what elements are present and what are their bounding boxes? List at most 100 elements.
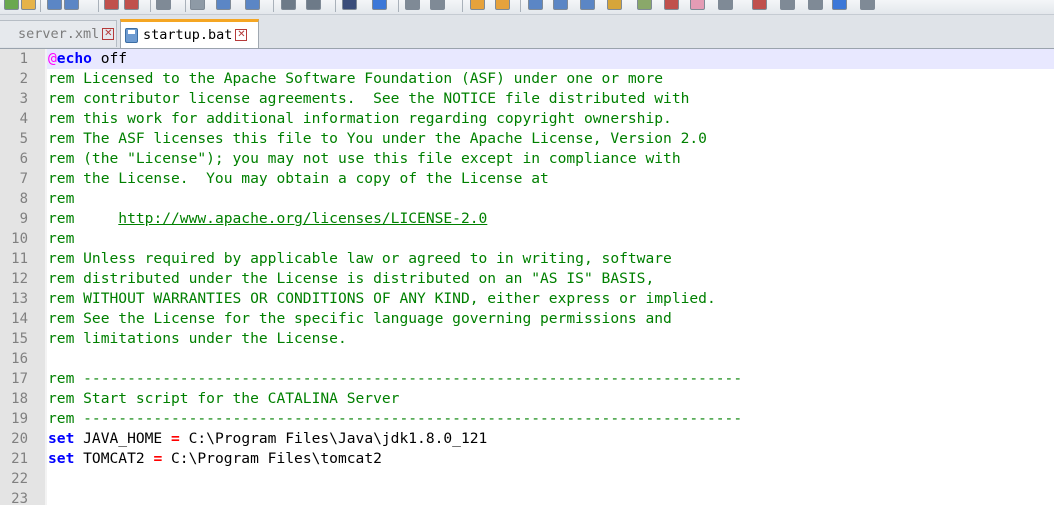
toolbar-separator	[462, 0, 463, 12]
code-token: JAVA_HOME	[74, 430, 172, 447]
show-all-chars-icon[interactable]	[553, 0, 568, 10]
tab-bar: server.xml ✕ startup.bat ✕	[0, 15, 1054, 49]
close-all-icon[interactable]	[124, 0, 139, 10]
line-text: rem	[48, 229, 74, 249]
close-icon[interactable]: ✕	[102, 28, 115, 40]
code-line[interactable]: 23	[0, 489, 1054, 509]
run-macro-icon[interactable]	[832, 0, 847, 10]
monitoring-icon[interactable]	[718, 0, 733, 10]
toolbar-separator	[520, 0, 521, 12]
indent-guide-icon[interactable]	[580, 0, 595, 10]
code-token: rem the License. You may obtain a copy o…	[48, 170, 549, 187]
close-icon[interactable]: ✕	[235, 29, 248, 41]
paste-icon[interactable]	[245, 0, 260, 10]
code-token: @	[48, 50, 57, 67]
code-token: rem See the License for the specific lan…	[48, 310, 672, 327]
url-link[interactable]: http://www.apache.org/licenses/LICENSE-2…	[118, 210, 487, 227]
code-line[interactable]: 22	[0, 469, 1054, 489]
toolbar-separator	[185, 0, 186, 12]
code-editor[interactable]: 1 @echo off 2 rem Licensed to the Apache So…	[0, 49, 1054, 507]
line-number: 10	[11, 231, 28, 247]
line-number: 7	[19, 171, 28, 187]
code-line[interactable]: 2 rem Licensed to the Apache Software Fou…	[0, 69, 1054, 89]
code-line[interactable]: 4 rem this work for additional informatio…	[0, 109, 1054, 129]
line-text: set JAVA_HOME = C:\Program Files\Java\jd…	[48, 429, 487, 449]
code-line[interactable]: 21 set TOMCAT2 = C:\Program Files\tomcat2	[0, 449, 1054, 469]
close-icon[interactable]	[104, 0, 119, 10]
code-line[interactable]: 12 rem distributed under the License is d…	[0, 269, 1054, 289]
code-line[interactable]: 17 rem ----------------------------------…	[0, 369, 1054, 389]
code-line[interactable]: 11 rem Unless required by applicable law …	[0, 249, 1054, 269]
line-number: 8	[19, 191, 28, 207]
tab-label: server.xml	[18, 26, 100, 42]
code-token: rem WITHOUT WARRANTIES OR CONDITIONS OF …	[48, 290, 716, 307]
undo-icon[interactable]	[281, 0, 296, 10]
code-line[interactable]: 14 rem See the License for the specific l…	[0, 309, 1054, 329]
tab-startup-bat[interactable]: startup.bat ✕	[120, 19, 259, 48]
cut-icon[interactable]	[190, 0, 205, 10]
open-icon[interactable]	[21, 0, 36, 10]
tab-server-xml[interactable]: server.xml ✕	[0, 20, 117, 47]
line-number: 12	[11, 271, 28, 287]
udl-icon[interactable]	[607, 0, 622, 10]
tab-label: startup.bat	[143, 27, 233, 43]
save-icon[interactable]	[47, 0, 62, 10]
code-line[interactable]: 16	[0, 349, 1054, 369]
code-token: TOMCAT2	[74, 450, 154, 467]
function-list-icon[interactable]	[664, 0, 679, 10]
sync-vertical-icon[interactable]	[470, 0, 485, 10]
line-text: @echo off	[48, 49, 127, 69]
line-text: rem See the License for the specific lan…	[48, 309, 672, 329]
code-line[interactable]: 9 rem http://www.apache.org/licenses/LICE…	[0, 209, 1054, 229]
code-line[interactable]: 19 rem ----------------------------------…	[0, 409, 1054, 429]
stop-macro-icon[interactable]	[780, 0, 795, 10]
code-line[interactable]: 20 set JAVA_HOME = C:\Program Files\Java\…	[0, 429, 1054, 449]
line-text: rem limitations under the License.	[48, 329, 347, 349]
code-token: set	[48, 430, 75, 447]
code-line[interactable]: 15 rem limitations under the License.	[0, 329, 1054, 349]
play-macro-icon[interactable]	[808, 0, 823, 10]
print-icon[interactable]	[156, 0, 171, 10]
toolbar-separator	[398, 0, 399, 12]
code-token: rem (the "License"); you may not use thi…	[48, 150, 681, 167]
line-text: rem The ASF licenses this file to You un…	[48, 129, 707, 149]
line-text: rem	[48, 189, 74, 209]
code-token: rem ------------------------------------…	[48, 410, 743, 427]
line-number: 17	[11, 371, 28, 387]
line-number: 11	[11, 251, 28, 267]
code-line[interactable]: 3 rem contributor license agreements. See…	[0, 89, 1054, 109]
code-token: rem	[48, 230, 75, 247]
record-macro-icon[interactable]	[752, 0, 767, 10]
line-text: rem Licensed to the Apache Software Foun…	[48, 69, 663, 89]
code-line[interactable]: 7 rem the License. You may obtain a copy …	[0, 169, 1054, 189]
line-text: rem ------------------------------------…	[48, 409, 742, 429]
copy-icon[interactable]	[216, 0, 231, 10]
new-icon[interactable]	[4, 0, 19, 10]
redo-icon[interactable]	[306, 0, 321, 10]
folder-workspace-icon[interactable]	[690, 0, 705, 10]
code-token: rem Start script for the CATALINA Server	[48, 390, 400, 407]
code-line[interactable]: 1 @echo off	[0, 49, 1054, 69]
line-text: rem Unless required by applicable law or…	[48, 249, 672, 269]
toolbar-separator	[40, 0, 41, 12]
code-token: =	[171, 430, 180, 447]
code-token: rem Unless required by applicable law or…	[48, 250, 672, 267]
save-all-icon[interactable]	[64, 0, 79, 10]
find-icon[interactable]	[342, 0, 357, 10]
code-line[interactable]: 8 rem	[0, 189, 1054, 209]
line-number: 13	[11, 291, 28, 307]
code-line[interactable]: 13 rem WITHOUT WARRANTIES OR CONDITIONS O…	[0, 289, 1054, 309]
word-wrap-icon[interactable]	[528, 0, 543, 10]
code-line[interactable]: 6 rem (the "License"); you may not use th…	[0, 149, 1054, 169]
toolbar-separator	[150, 0, 151, 12]
zoom-in-icon[interactable]	[405, 0, 420, 10]
save-macro-icon[interactable]	[860, 0, 875, 10]
code-line[interactable]: 5 rem The ASF licenses this file to You u…	[0, 129, 1054, 149]
line-text: rem the License. You may obtain a copy o…	[48, 169, 549, 189]
doc-map-icon[interactable]	[637, 0, 652, 10]
sync-horizontal-icon[interactable]	[495, 0, 510, 10]
replace-icon[interactable]	[372, 0, 387, 10]
code-line[interactable]: 18 rem Start script for the CATALINA Serv…	[0, 389, 1054, 409]
zoom-out-icon[interactable]	[430, 0, 445, 10]
code-line[interactable]: 10 rem	[0, 229, 1054, 249]
